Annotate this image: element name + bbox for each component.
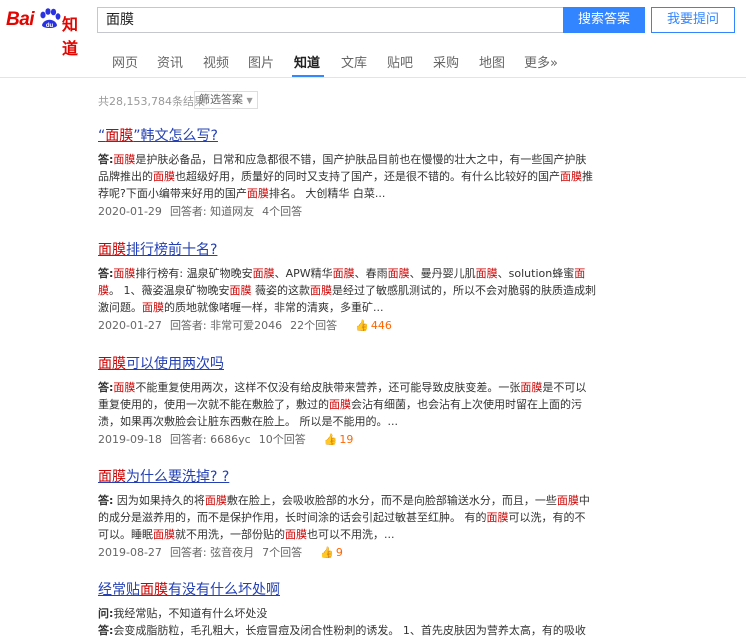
result-title-link[interactable]: 面膜为什么要洗掉? ?: [98, 468, 608, 486]
baidu-zhidao-logo[interactable]: Bai du 知道: [6, 6, 92, 58]
thumbs-up-icon[interactable]: 👍: [320, 546, 334, 559]
nav-item-purchase[interactable]: 采购: [433, 52, 459, 71]
thumbs-up-icon[interactable]: 👍: [355, 319, 369, 332]
result-answerer: 回答者: 6686yc: [169, 433, 251, 446]
result-title-link[interactable]: 面膜可以使用两次吗: [98, 355, 608, 373]
result-answer-count[interactable]: 22个回答: [290, 319, 337, 332]
result-abstract: 答: 因为如果持久的将面膜敷在脸上，会吸收脸部的水分，而不是向脸部输送水分，而且…: [98, 494, 590, 541]
nav-item-more[interactable]: 更多»: [524, 52, 558, 71]
like-count: 19: [339, 433, 354, 446]
result-answerer: 回答者: 知道网友: [169, 205, 255, 218]
nav-item-webpage[interactable]: 网页: [112, 52, 138, 71]
ask-question-button[interactable]: 我要提问: [651, 7, 735, 33]
logo-text-bai: Bai: [6, 9, 35, 30]
result-meta: 2019-09-18 回答者: 6686yc 10个回答 👍 19: [98, 431, 608, 448]
result-date: 2020-01-29: [98, 205, 162, 218]
nav-bar: 网页 资讯 视频 图片 知道 文库 贴吧 采购 地图 更多»: [0, 41, 746, 78]
svg-text:du: du: [46, 23, 54, 29]
result-answerer: 回答者: 非常可爱2046: [169, 319, 283, 332]
result-item: 经常贴面膜有没有什么坏处啊问:我经常贴，不知道有什么坏处没 答:会变成脂肪粒，毛孔…: [98, 581, 608, 639]
filter-answers-dropdown[interactable]: 筛选答案 ▼: [194, 91, 258, 109]
nav-item-images[interactable]: 图片: [248, 52, 274, 71]
search-answers-button[interactable]: 搜索答案: [563, 7, 645, 33]
search-input[interactable]: 面膜: [97, 7, 563, 33]
chevron-down-icon: ▼: [246, 96, 253, 105]
result-answer-count[interactable]: 4个回答: [262, 205, 302, 218]
filter-label: 筛选答案: [199, 93, 243, 106]
result-abstract: 问:我经常贴，不知道有什么坏处没 答:会变成脂肪粒，毛孔粗大，长痘冒痘及闭合性粉刺…: [98, 607, 586, 637]
like-count: 446: [370, 319, 392, 332]
result-date: 2019-09-18: [98, 433, 162, 446]
header: Bai du 知道 面膜 搜索答案 我要提问: [0, 0, 746, 58]
nav-item-news[interactable]: 资讯: [157, 52, 183, 71]
nav-item-wenku[interactable]: 文库: [341, 52, 367, 71]
result-meta: 2020-01-27 回答者: 非常可爱2046 22个回答 👍 446: [98, 317, 608, 334]
result-meta: 2020-01-29 回答者: 知道网友 4个回答: [98, 203, 608, 220]
result-meta: 2019-08-27 回答者: 弦音夜月 7个回答 👍 9: [98, 544, 608, 561]
result-date: 2019-08-27: [98, 546, 162, 559]
result-date: 2020-01-27: [98, 319, 162, 332]
like-count: 9: [335, 546, 343, 559]
result-abstract: 答:面膜排行榜有: 温泉矿物晚安面膜、APW精华面膜、春雨面膜、曼丹婴儿肌面膜、…: [98, 267, 596, 314]
nav-item-zhidao[interactable]: 知道: [294, 52, 320, 71]
result-item: 面膜可以使用两次吗答:面膜不能重复使用两次，这样不仅没有给皮肤带来营养，还可能导…: [98, 355, 608, 448]
result-abstract: 答:面膜是护肤必备品，日常和应急都很不错，国产护肤品目前也在慢慢的壮大之中，有一…: [98, 153, 593, 200]
thumbs-up-icon[interactable]: 👍: [324, 433, 338, 446]
result-title-link[interactable]: 面膜排行榜前十名?: [98, 241, 608, 259]
result-title-link[interactable]: “面膜”韩文怎么写?: [98, 127, 608, 145]
nav-item-map[interactable]: 地图: [479, 52, 505, 71]
result-title-link[interactable]: 经常贴面膜有没有什么坏处啊: [98, 581, 608, 599]
result-item: 面膜为什么要洗掉? ? 答: 因为如果持久的将面膜敷在脸上，会吸收脸部的水分，而不…: [98, 468, 608, 561]
result-abstract: 答:面膜不能重复使用两次，这样不仅没有给皮肤带来营养，还可能导致皮肤变差。一张面…: [98, 381, 587, 428]
nav-item-tieba[interactable]: 贴吧: [387, 52, 413, 71]
result-answerer: 回答者: 弦音夜月: [169, 546, 255, 559]
result-answer-count[interactable]: 10个回答: [259, 433, 306, 446]
result-answer-count[interactable]: 7个回答: [262, 546, 302, 559]
active-tab-indicator: [292, 75, 324, 77]
result-item: “面膜”韩文怎么写? 答:面膜是护肤必备品，日常和应急都很不错，国产护肤品目前也在…: [98, 127, 608, 220]
paw-icon: du: [40, 8, 61, 29]
result-count: 共28,153,784条结果: [98, 95, 205, 108]
nav-item-video[interactable]: 视频: [203, 52, 229, 71]
result-item: 面膜排行榜前十名? 答:面膜排行榜有: 温泉矿物晚安面膜、APW精华面膜、春雨面膜…: [98, 241, 608, 334]
